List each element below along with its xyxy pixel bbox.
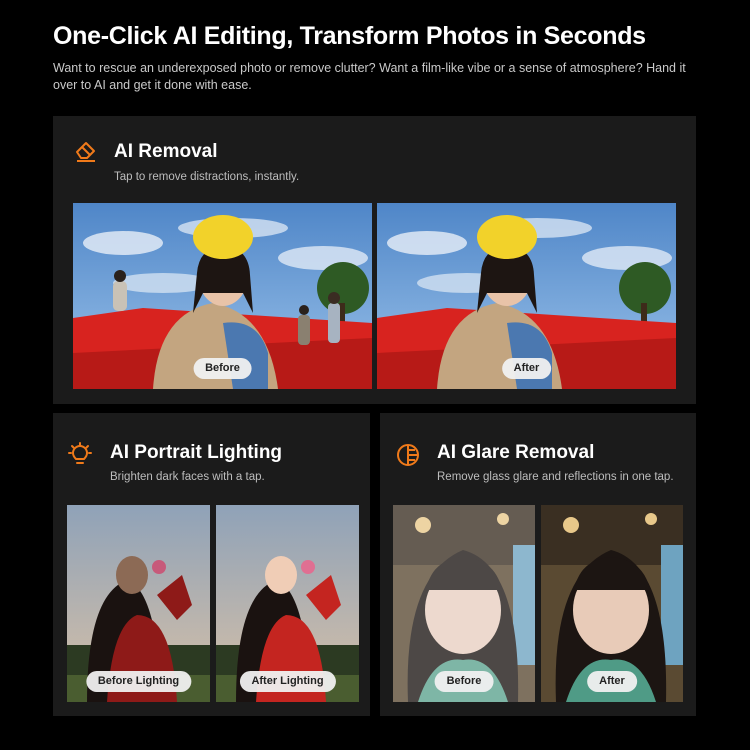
ai-glare-removal-subtitle: Remove glass glare and reflections in on… — [437, 471, 674, 483]
page-subtitle: Want to rescue an underexposed photo or … — [53, 61, 686, 92]
ai-removal-before-photo: Before — [73, 203, 372, 389]
glare-after-photo: After — [541, 505, 683, 702]
lightbulb-icon — [67, 442, 93, 468]
ai-portrait-lighting-title: AI Portrait Lighting — [110, 442, 283, 463]
ai-removal-title: AI Removal — [114, 141, 218, 162]
ai-removal-after-photo: After — [377, 203, 676, 389]
ai-removal-card: AI Removal Tap to remove distractions, i… — [53, 116, 696, 404]
page-header: One-Click AI Editing, Transform Photos i… — [53, 20, 713, 94]
glare-before-label: Before — [434, 671, 494, 692]
ai-portrait-lighting-subtitle: Brighten dark faces with a tap. — [110, 471, 265, 483]
before-lighting-photo: Before Lighting — [67, 505, 210, 702]
ai-removal-subtitle: Tap to remove distractions, instantly. — [114, 171, 300, 183]
glare-after-label: After — [587, 671, 637, 692]
ai-glare-removal-card: AI Glare Removal Remove glass glare and … — [380, 413, 696, 716]
before-label: Before — [193, 358, 252, 379]
after-lighting-photo: After Lighting — [216, 505, 359, 702]
eraser-icon — [73, 138, 99, 164]
before-lighting-label: Before Lighting — [85, 671, 192, 692]
after-lighting-label: After Lighting — [239, 671, 336, 692]
ai-portrait-lighting-card: AI Portrait Lighting Brighten dark faces… — [53, 413, 370, 716]
glare-lens-icon — [395, 442, 421, 468]
after-label: After — [501, 358, 552, 379]
page-title: One-Click AI Editing, Transform Photos i… — [53, 22, 646, 50]
ai-glare-removal-title: AI Glare Removal — [437, 442, 595, 463]
glare-before-photo: Before — [393, 505, 535, 702]
